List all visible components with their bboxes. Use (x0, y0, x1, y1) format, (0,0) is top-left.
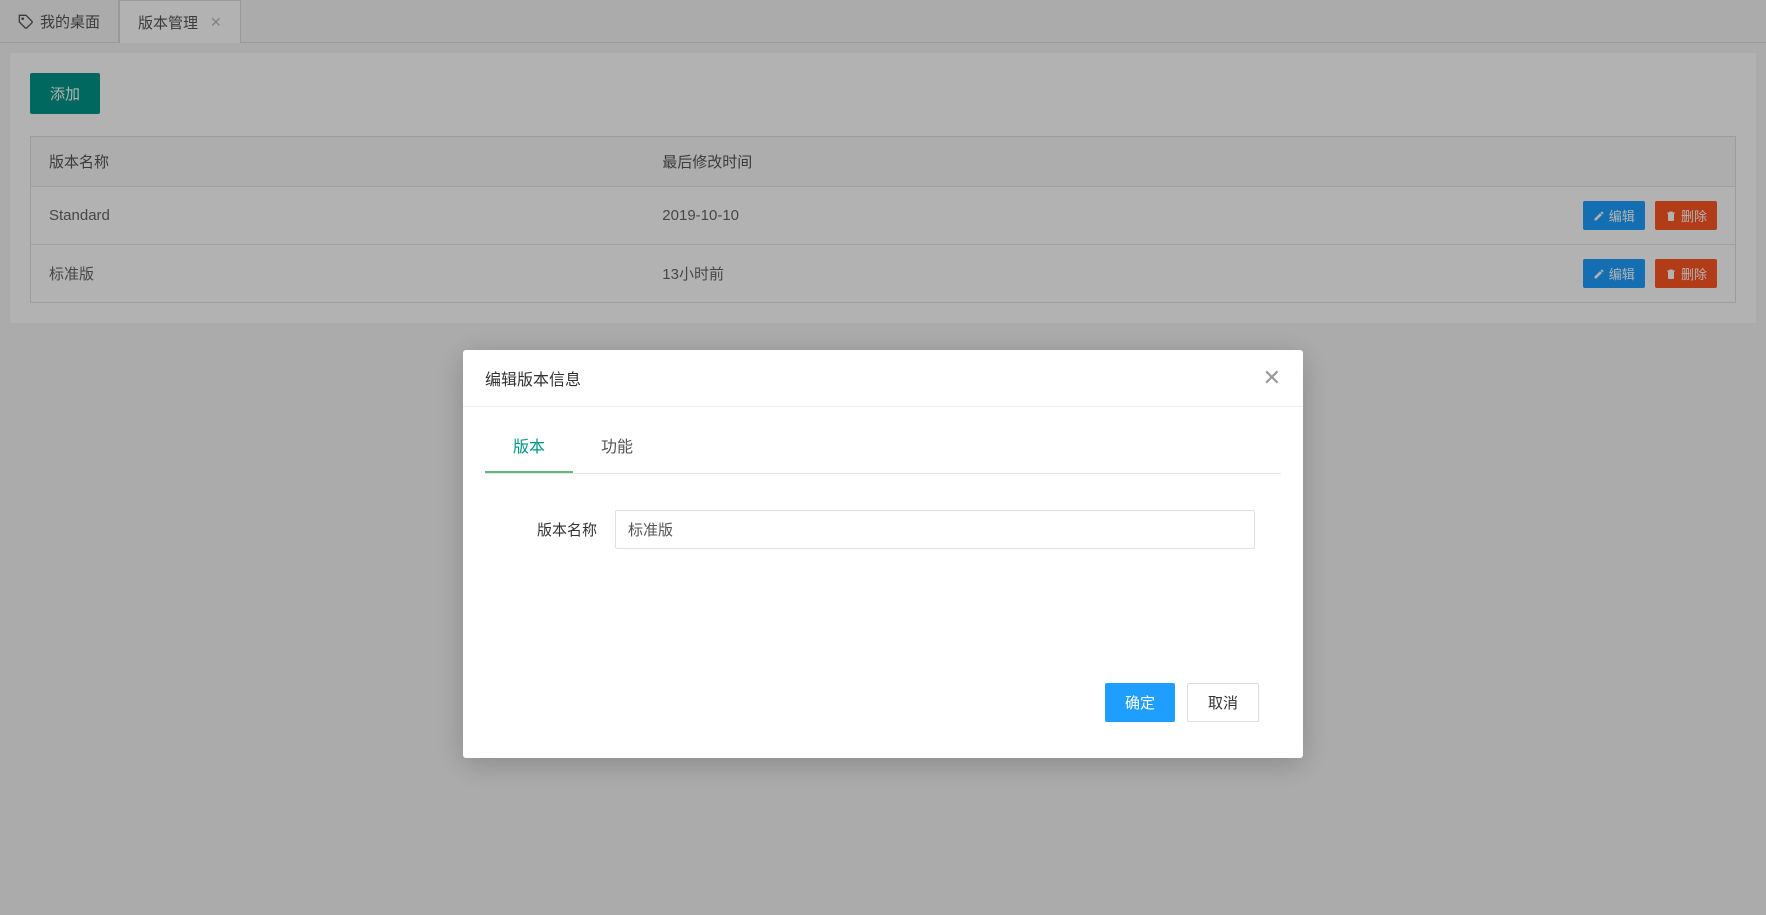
cancel-button[interactable]: 取消 (1187, 683, 1259, 722)
modal-footer: 确定 取消 (485, 669, 1281, 736)
modal-tab-version[interactable]: 版本 (485, 419, 573, 473)
version-name-input[interactable] (615, 510, 1255, 549)
modal-body: 版本 功能 版本名称 确定 取消 (463, 419, 1303, 758)
modal-tabs: 版本 功能 (485, 419, 1281, 474)
modal-tab-feature[interactable]: 功能 (573, 419, 661, 473)
edit-version-modal: 编辑版本信息 ✕ 版本 功能 版本名称 确定 取消 (463, 350, 1303, 758)
modal-header: 编辑版本信息 ✕ (463, 350, 1303, 407)
confirm-button[interactable]: 确定 (1105, 683, 1175, 722)
form-row-name: 版本名称 (485, 510, 1281, 549)
form-label-name: 版本名称 (485, 519, 615, 540)
close-icon[interactable]: ✕ (1263, 367, 1281, 389)
modal-title: 编辑版本信息 (485, 366, 581, 390)
